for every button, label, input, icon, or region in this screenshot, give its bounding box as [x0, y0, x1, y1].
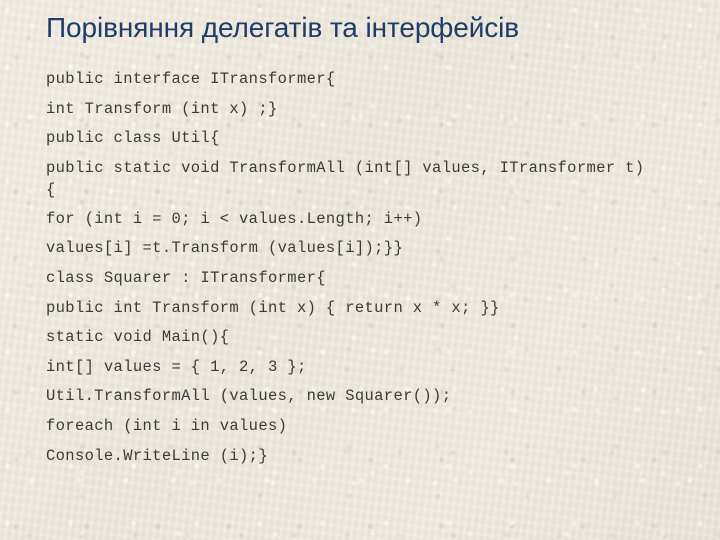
code-line: class Squarer : ITransformer{: [46, 268, 326, 287]
code-block: public interface ITransformer{ int Trans…: [46, 68, 646, 474]
code-line: public class Util{: [46, 129, 220, 148]
code-line: for (int i = 0; i < values.Length; i++): [46, 209, 423, 228]
code-line: static void Main(){: [46, 328, 230, 347]
code-line: Console.WriteLine (i);}: [46, 446, 268, 465]
code-line: int[] values = { 1, 2, 3 };: [46, 357, 307, 376]
code-line: public int Transform (int x) { return x …: [46, 298, 500, 317]
code-line: Util.TransformAll (values, new Squarer()…: [46, 387, 452, 406]
code-line: values[i] =t.Transform (values[i]);}}: [46, 239, 404, 258]
slide-canvas: Порівняння делегатів та інтерфейсів publ…: [0, 0, 720, 540]
code-line: public interface ITransformer{: [46, 70, 336, 88]
code-line: public static void TransformAll (int[] v…: [46, 158, 645, 199]
code-line: foreach (int i in values): [46, 416, 288, 435]
page-title: Порівняння делегатів та інтерфейсів: [46, 12, 520, 43]
code-line: int Transform (int x) ;}: [46, 99, 278, 118]
